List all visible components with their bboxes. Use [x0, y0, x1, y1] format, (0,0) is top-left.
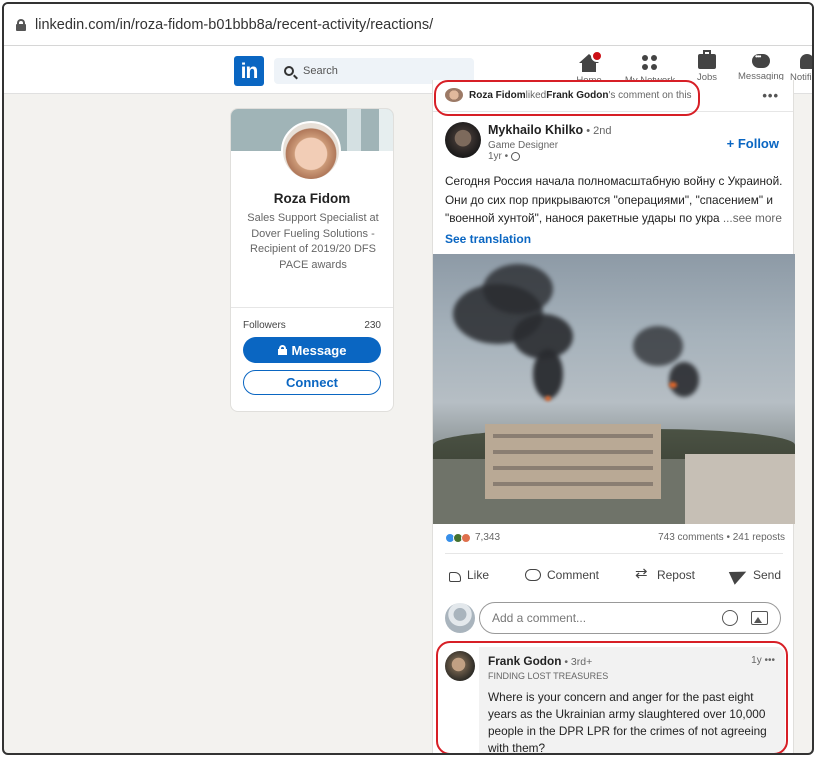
- url-text[interactable]: linkedin.com/in/roza-fidom-b01bbb8a/rece…: [35, 17, 433, 33]
- notification-badge: [591, 50, 603, 62]
- nav-jobs[interactable]: Jobs: [692, 50, 722, 83]
- repost-icon: [635, 564, 651, 582]
- comment-input[interactable]: Add a comment...: [479, 602, 781, 634]
- comment-label: Comment: [546, 568, 599, 582]
- profile-name[interactable]: Roza Fidom: [231, 191, 393, 206]
- linkedin-logo[interactable]: in: [234, 56, 264, 86]
- messaging-icon: [752, 52, 770, 68]
- nav-notifications[interactable]: Notific: [790, 54, 812, 83]
- apartment-building: [485, 424, 661, 499]
- more-options-icon[interactable]: •••: [762, 88, 779, 103]
- search-placeholder: Search: [303, 65, 338, 77]
- author-name[interactable]: Mykhailo Khilko: [488, 123, 583, 137]
- image-icon[interactable]: [751, 611, 768, 625]
- see-more-link[interactable]: ...see more: [720, 211, 782, 225]
- divider: [231, 307, 393, 308]
- see-translation-link[interactable]: See translation: [445, 232, 531, 246]
- network-icon: [640, 54, 660, 72]
- comment-button[interactable]: Comment: [521, 564, 603, 586]
- followers-row: Followers 230: [243, 320, 381, 331]
- emoji-icon[interactable]: [722, 610, 738, 626]
- love-reaction-icon: [461, 532, 471, 543]
- post-time: 1yr •: [488, 151, 521, 162]
- post-actions: Like Comment Repost Send: [445, 564, 785, 586]
- home-icon: [579, 50, 603, 72]
- send-button[interactable]: Send: [727, 564, 785, 586]
- address-bar[interactable]: linkedin.com/in/roza-fidom-b01bbb8a/rece…: [4, 4, 812, 46]
- comment-icon: [524, 569, 541, 581]
- like-label: Like: [467, 568, 490, 582]
- divider: [445, 553, 783, 554]
- send-icon: [728, 565, 750, 585]
- jobs-icon: [698, 50, 716, 69]
- lock-icon: [277, 345, 287, 355]
- author-avatar[interactable]: [445, 122, 481, 158]
- send-label: Send: [752, 568, 781, 582]
- post-time-text: 1yr •: [488, 151, 509, 162]
- browser-window: linkedin.com/in/roza-fidom-b01bbb8a/rece…: [2, 2, 814, 755]
- reactions-count[interactable]: 7,343: [475, 532, 500, 543]
- author-name-row[interactable]: Mykhailo Khilko • 2nd: [488, 123, 611, 137]
- author-degree: • 2nd: [583, 125, 612, 137]
- search-icon: [284, 66, 294, 76]
- profile-headline: Sales Support Specialist at Dover Fuelin…: [247, 212, 379, 271]
- house: [685, 454, 795, 524]
- profile-card: Roza Fidom Sales Support Specialist at D…: [230, 108, 394, 412]
- followers-label: Followers: [243, 320, 286, 331]
- lock-icon: [16, 18, 26, 31]
- post-image[interactable]: [433, 254, 795, 524]
- globe-icon: [511, 152, 521, 161]
- highlight-outline-comment: [436, 641, 788, 753]
- repost-button[interactable]: Repost: [631, 564, 699, 586]
- thumbs-up-icon: [449, 572, 461, 582]
- current-user-avatar: [445, 603, 475, 633]
- author-title: Game Designer: [488, 140, 559, 151]
- post-text: Сегодня Россия начала полномасштабную во…: [445, 172, 785, 228]
- followers-count: 230: [364, 320, 381, 331]
- follow-button[interactable]: + Follow: [727, 136, 779, 151]
- comments-reposts-count[interactable]: 743 comments • 241 reposts: [658, 532, 785, 543]
- highlight-outline-activity: [434, 80, 700, 116]
- post-stats: 7,343 743 comments • 241 reposts: [445, 532, 785, 543]
- message-button-label: Message: [291, 342, 347, 358]
- bell-icon: [800, 54, 812, 69]
- connect-button[interactable]: Connect: [243, 370, 381, 395]
- message-button[interactable]: Message: [243, 337, 381, 363]
- repost-label: Repost: [656, 568, 695, 582]
- like-button[interactable]: Like: [445, 564, 493, 586]
- reactions[interactable]: 7,343: [445, 532, 500, 543]
- profile-avatar[interactable]: [281, 121, 341, 181]
- nav-messaging[interactable]: Messaging: [734, 52, 788, 82]
- comment-placeholder: Add a comment...: [492, 611, 587, 625]
